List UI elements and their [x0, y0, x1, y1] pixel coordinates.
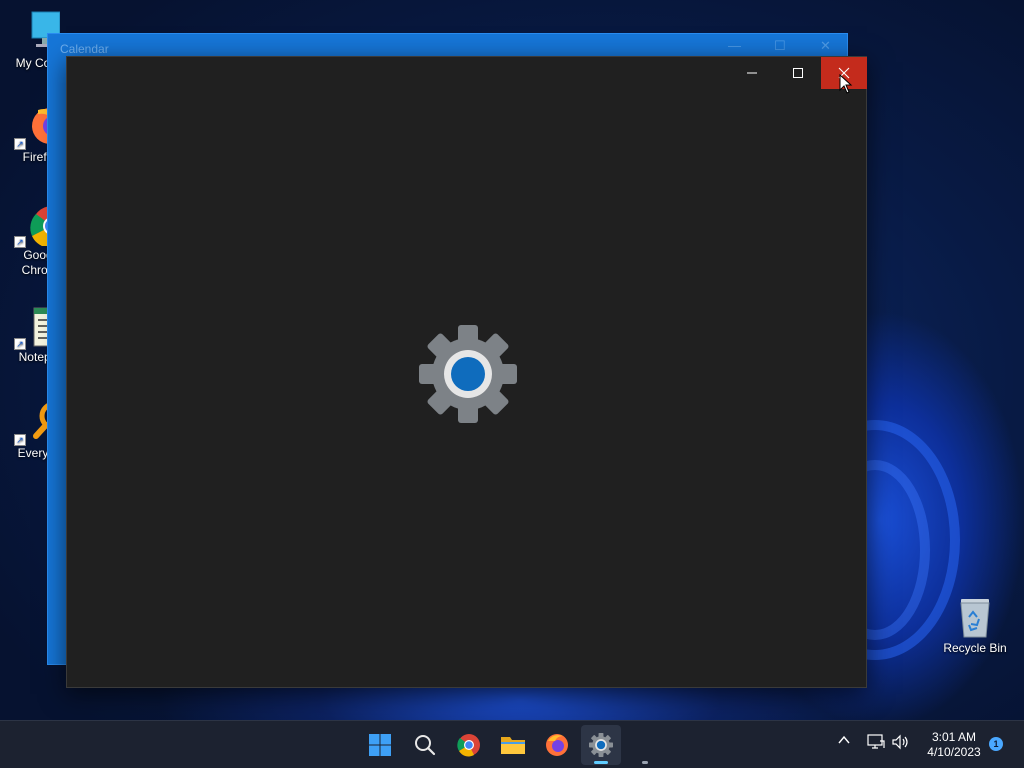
maximize-button[interactable] [775, 57, 821, 89]
taskbar: 3:01 AM 4/10/2023 [0, 720, 1024, 768]
network-icon [867, 734, 885, 749]
shortcut-arrow-icon: ↗ [14, 434, 26, 446]
chrome-icon [457, 734, 480, 757]
clock-date: 4/10/2023 [927, 745, 981, 759]
desktop: My Com ↗ Firefo ↗ Goog Chron ↗ Notepa ↗ … [0, 0, 1024, 720]
taskbar-firefox-button[interactable] [537, 725, 577, 765]
maximize-icon [793, 68, 803, 78]
taskbar-clock[interactable]: 3:01 AM 4/10/2023 [918, 730, 990, 760]
search-icon [415, 735, 436, 756]
settings-window[interactable] [66, 56, 867, 688]
settings-gear-icon [419, 325, 517, 428]
taskbar-start-button[interactable] [360, 725, 400, 765]
taskbar-chrome-button[interactable] [449, 725, 489, 765]
folder-icon [501, 737, 525, 754]
shortcut-arrow-icon: ↗ [14, 338, 26, 350]
running-indicator [642, 761, 648, 764]
taskbar-file-explorer-button[interactable] [493, 725, 533, 765]
volume-icon [892, 734, 908, 750]
notification-badge[interactable]: 1 [989, 737, 1003, 751]
chevron-up-icon [838, 735, 850, 744]
shortcut-arrow-icon: ↗ [14, 138, 26, 150]
desktop-icon-label: Recycle Bin [943, 641, 1007, 655]
windows-start-icon [369, 734, 391, 756]
close-icon[interactable]: ✕ [820, 38, 831, 54]
network-button[interactable] [866, 733, 886, 756]
desktop-icon-recycle-bin[interactable]: Recycle Bin [937, 597, 1013, 656]
taskbar-settings-button[interactable] [581, 725, 621, 765]
active-indicator [594, 761, 608, 764]
minimize-button[interactable] [729, 57, 775, 89]
minimize-icon[interactable]: — [728, 38, 741, 53]
recycle-bin-icon [955, 597, 995, 639]
show-hidden-icons-button[interactable] [837, 733, 851, 752]
volume-button[interactable] [891, 733, 911, 756]
window-title: Calendar [60, 42, 109, 56]
clock-time: 3:01 AM [931, 730, 977, 744]
firefox-icon [546, 734, 568, 756]
shortcut-arrow-icon: ↗ [14, 236, 26, 248]
maximize-icon[interactable]: ☐ [774, 38, 786, 54]
mouse-cursor-icon [839, 73, 853, 99]
settings-gear-icon [589, 733, 613, 757]
taskbar-search-button[interactable] [405, 725, 445, 765]
minimize-icon [747, 72, 757, 74]
